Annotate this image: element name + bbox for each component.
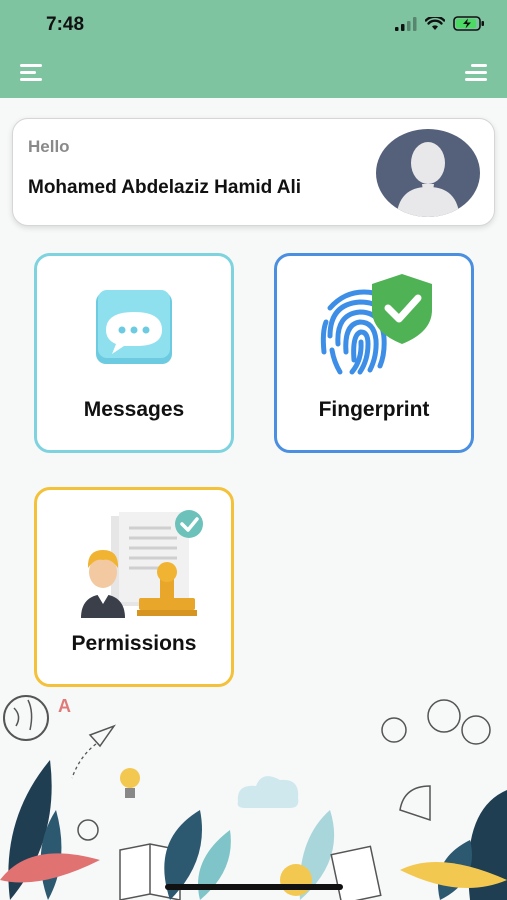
greeting-text: Hello xyxy=(28,137,70,156)
permissions-tile[interactable]: Permissions xyxy=(34,487,234,687)
document-stamp-icon xyxy=(81,510,203,618)
decorative-education-illustration: A xyxy=(0,695,507,900)
status-time: 7:48 xyxy=(46,14,85,35)
permissions-label: Permissions xyxy=(71,632,197,655)
user-silhouette-icon xyxy=(396,142,460,217)
app-header: 7:48 xyxy=(0,0,507,98)
signal-icon xyxy=(395,16,417,31)
messages-label: Messages xyxy=(83,398,185,421)
user-greeting-card: Hello Mohamed Abdelaziz Hamid Ali xyxy=(12,118,495,226)
fingerprint-label: Fingerprint xyxy=(318,398,430,421)
home-indicator[interactable] xyxy=(165,884,343,890)
user-name: Mohamed Abdelaziz Hamid Ali xyxy=(28,177,302,198)
status-icons xyxy=(395,16,485,31)
wifi-icon xyxy=(425,16,445,30)
fingerprint-tile[interactable]: Fingerprint xyxy=(274,253,474,453)
fingerprint-shield-icon xyxy=(320,274,432,375)
battery-charging-icon xyxy=(453,16,484,31)
avatar xyxy=(376,129,480,217)
chat-bubble-icon xyxy=(96,290,172,364)
svg-text:A: A xyxy=(58,696,71,716)
menu-lines-button[interactable] xyxy=(463,62,487,82)
messages-tile[interactable]: Messages xyxy=(34,253,234,453)
hamburger-menu-button[interactable] xyxy=(20,62,44,82)
